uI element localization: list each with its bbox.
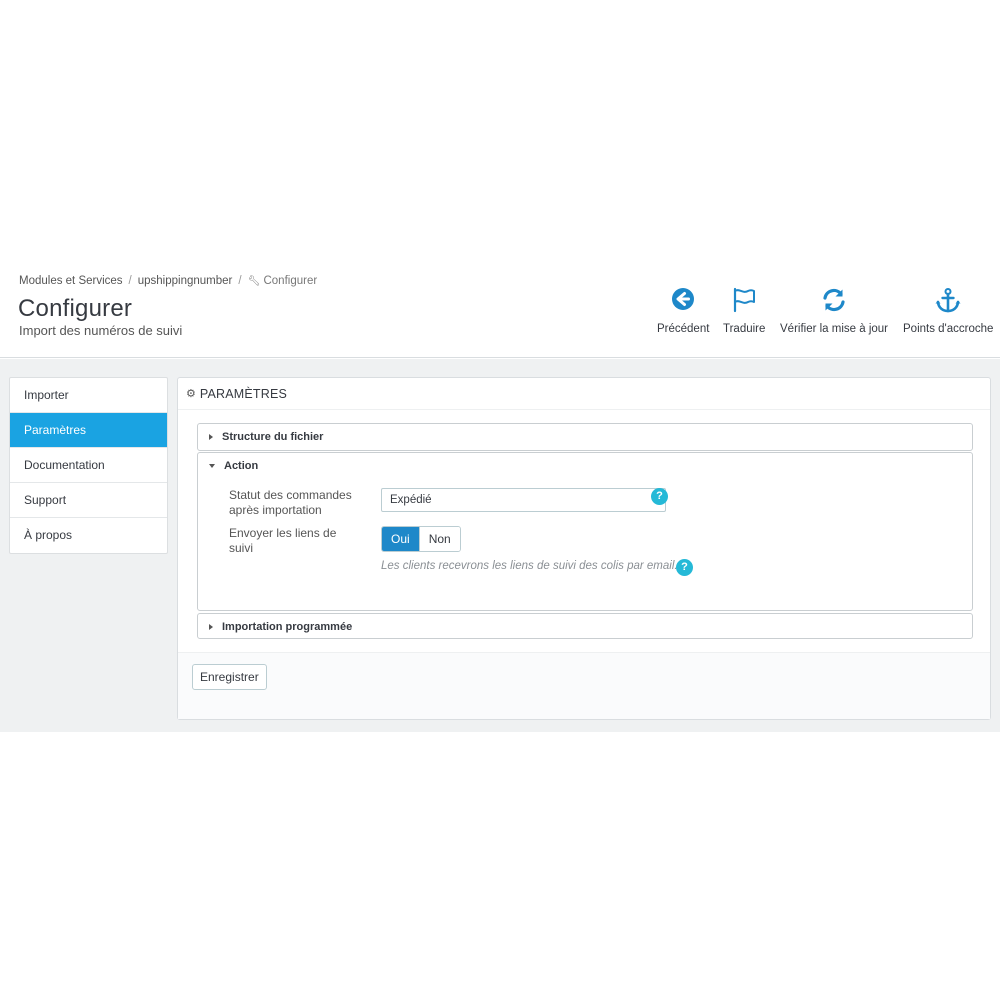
caret-right-icon xyxy=(209,624,213,630)
order-status-value: Expédié xyxy=(390,494,432,506)
anchor-icon xyxy=(935,288,961,313)
order-status-help-icon[interactable]: ? xyxy=(651,488,668,505)
accordion-scheduled-import-label: Importation programmée xyxy=(222,621,353,633)
arrow-circle-left-icon xyxy=(672,288,695,310)
config-sidebar: Importer Paramètres Documentation Suppor… xyxy=(9,377,168,554)
cogs-icon: ⚙︎ xyxy=(186,388,196,400)
send-links-label: Envoyer les liens de suivi xyxy=(229,526,337,555)
accordion-scheduled-import: Importation programmée xyxy=(197,613,973,639)
accordion-file-structure-label: Structure du fichier xyxy=(222,431,324,443)
accordion-action-label: Action xyxy=(224,460,259,472)
translate-label: Traduire xyxy=(723,323,766,335)
page-subtitle: Import des numéros de suivi xyxy=(19,323,183,338)
sidebar-item-a-propos[interactable]: À propos xyxy=(10,518,167,553)
send-links-toggle[interactable]: Oui Non xyxy=(381,526,461,552)
main-content: Importer Paramètres Documentation Suppor… xyxy=(0,359,1000,732)
breadcrumb: Modules et Services / upshippingnumber /… xyxy=(19,275,317,287)
back-button[interactable]: Précédent xyxy=(657,287,709,335)
page-header: Modules et Services / upshippingnumber /… xyxy=(0,262,1000,358)
send-links-yes[interactable]: Oui xyxy=(382,527,419,551)
panel-heading-title: PARAMÈTRES xyxy=(199,386,288,401)
sidebar-item-importer[interactable]: Importer xyxy=(10,378,167,413)
back-label: Précédent xyxy=(657,323,710,335)
breadcrumb-current-label: Configurer xyxy=(263,275,318,287)
hooks-button[interactable]: Points d'accroche xyxy=(903,287,993,335)
order-status-select[interactable]: Expédié xyxy=(381,488,666,512)
panel-heading: ⚙︎ PARAMÈTRES xyxy=(178,378,990,410)
flag-icon xyxy=(734,287,756,313)
breadcrumb-separator: / xyxy=(128,275,132,287)
breadcrumb-item-module[interactable]: upshippingnumber xyxy=(138,275,233,287)
accordion-scheduled-import-header[interactable]: Importation programmée xyxy=(198,614,972,640)
send-links-help-icon[interactable]: ? xyxy=(676,559,693,576)
accordion-file-structure: Structure du fichier xyxy=(197,423,973,451)
page-title: Configurer xyxy=(18,295,133,322)
save-button[interactable]: Enregistrer xyxy=(192,664,267,690)
breadcrumb-separator: / xyxy=(238,275,242,287)
hooks-label: Points d'accroche xyxy=(903,323,994,335)
accordion-action-header[interactable]: Action xyxy=(198,453,972,479)
caret-right-icon xyxy=(209,434,213,440)
refresh-icon xyxy=(823,288,845,312)
send-links-hint: Les clients recevrons les liens de suivi… xyxy=(381,560,678,572)
sidebar-item-parametres[interactable]: Paramètres xyxy=(10,413,167,448)
send-links-no[interactable]: Non xyxy=(418,527,460,551)
accordion-action: Action Statut des commandes après import… xyxy=(197,452,973,611)
sidebar-item-documentation[interactable]: Documentation xyxy=(10,448,167,483)
panel-footer: Enregistrer xyxy=(178,652,990,719)
sidebar-item-support[interactable]: Support xyxy=(10,483,167,518)
check-update-button[interactable]: Vérifier la mise à jour xyxy=(780,287,888,335)
wrench-icon: 🔧︎ xyxy=(247,276,261,287)
caret-down-icon xyxy=(209,464,215,468)
accordion-file-structure-header[interactable]: Structure du fichier xyxy=(198,424,972,450)
settings-panel: ⚙︎ PARAMÈTRES Structure du fichier Actio… xyxy=(177,377,991,720)
order-status-label: Statut des commandes après importation xyxy=(229,488,352,517)
update-label: Vérifier la mise à jour xyxy=(780,323,889,335)
breadcrumb-item-current: 🔧︎ Configurer xyxy=(248,275,318,287)
breadcrumb-item-modules[interactable]: Modules et Services xyxy=(19,275,123,287)
translate-button[interactable]: Traduire xyxy=(723,287,765,335)
